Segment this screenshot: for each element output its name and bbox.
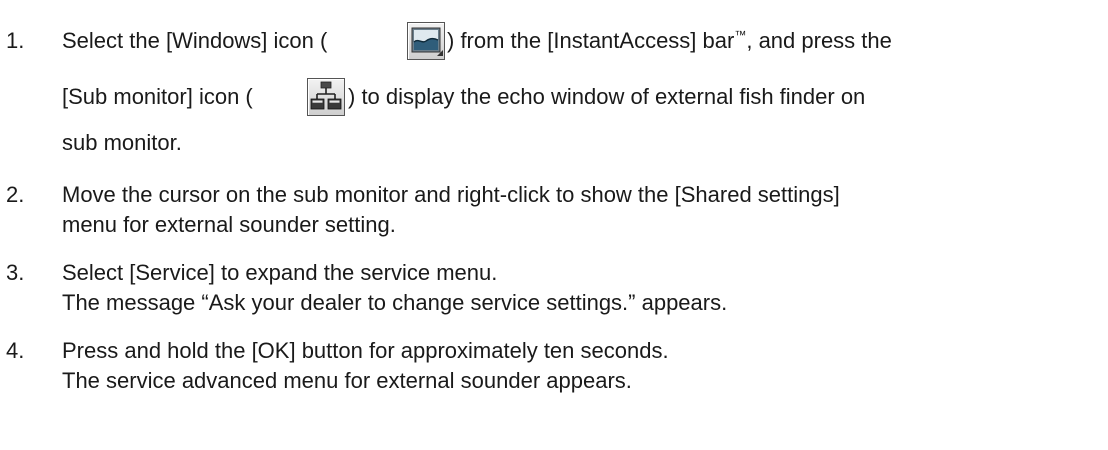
step-4-line-1: Press and hold the [OK] button for appro… [62,338,669,363]
step-3-line-1: Select [Service] to expand the service m… [62,260,498,285]
trademark-symbol: ™ [734,28,747,42]
step-1-text-f: sub monitor. [62,130,182,155]
step-4-line-2: The service advanced menu for external s… [62,368,632,393]
step-number: 1. [6,28,25,53]
step-2-line-2: menu for external sounder setting. [62,212,396,237]
sub-monitor-icon [307,78,345,116]
windows-icon [407,22,445,60]
step-1-text-a: Select the [Windows] icon ( [62,28,328,53]
step-number: 3. [6,260,25,285]
step-number: 2. [6,182,25,207]
step-1-text-b: ) from the [InstantAccess] bar [447,28,735,53]
step-1-text-e: ) to display the echo window of external… [348,84,866,109]
step-1-text-d: [Sub monitor] icon ( [62,84,253,109]
step-number: 4. [6,338,25,363]
instruction-steps: 1. Select the [Windows] icon ( ) from th… [0,0,1108,450]
step-3-line-2: The message “Ask your dealer to change s… [62,290,728,315]
step-1-text-c: , and press the [746,28,892,53]
step-2-line-1: Move the cursor on the sub monitor and r… [62,182,840,207]
